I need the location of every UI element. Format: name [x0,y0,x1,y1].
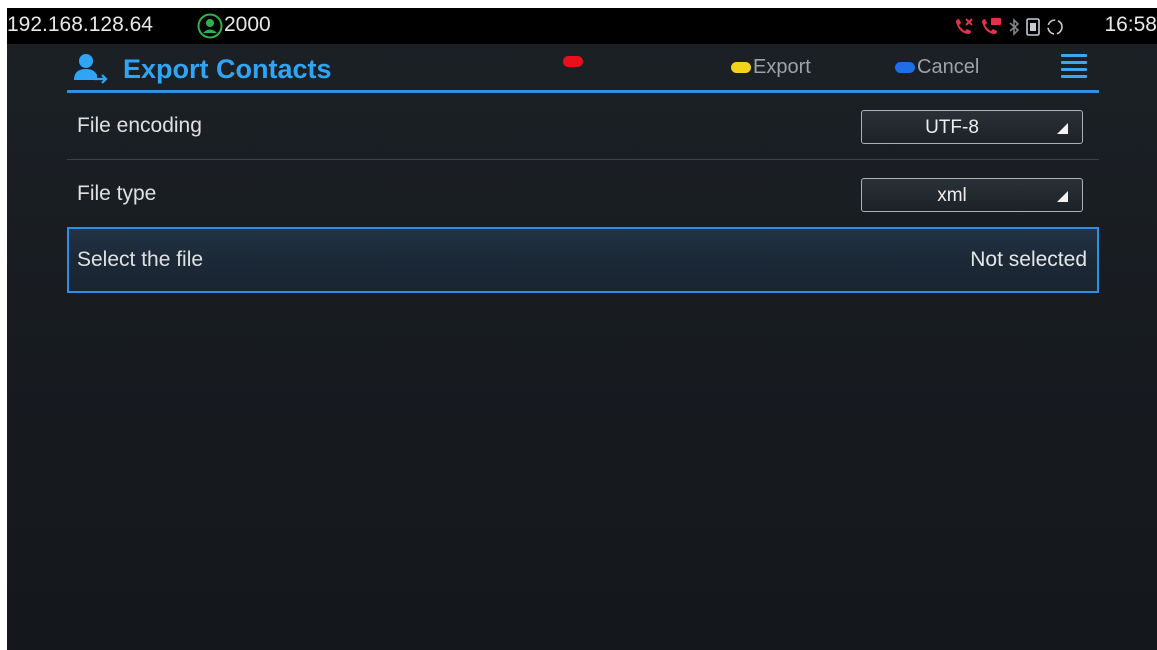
export-contact-icon [74,54,108,84]
softkey-red[interactable] [563,56,585,67]
file-encoding-label: File encoding [77,114,202,137]
export-button-label: Export [753,56,811,78]
cancel-button-label: Cancel [917,56,980,78]
file-encoding-row[interactable]: File encoding UTF-8 [67,95,1099,159]
status-icons [953,16,1065,38]
file-type-select[interactable]: xml [861,178,1083,212]
header-underline [67,90,1099,93]
file-encoding-select[interactable]: UTF-8 [861,110,1083,144]
screen: 192.168.128.64 2000 16:58 Export Contact… [7,8,1157,650]
dropdown-arrow-icon [1057,191,1068,202]
menu-icon[interactable] [1061,54,1087,78]
file-type-value: xml [937,185,967,206]
cancel-button[interactable]: Cancel [895,56,979,79]
clock: 16:58 [1104,13,1157,36]
export-button[interactable]: Export [731,56,811,79]
header-bar: Export Contacts Export Cancel [67,44,1099,92]
voicemail-call-icon [982,18,1001,34]
ip-address: 192.168.128.64 [7,13,153,36]
select-file-row[interactable]: Select the file Not selected [67,227,1099,293]
red-key-indicator [563,56,583,67]
select-file-value: Not selected [970,248,1087,271]
yellow-key-indicator [731,62,751,73]
account-status-icon [197,13,223,39]
dropdown-arrow-icon [1057,123,1068,134]
select-file-label: Select the file [77,248,204,271]
page-title: Export Contacts [123,54,332,84]
divider [67,159,1099,160]
file-type-label: File type [77,182,157,205]
status-bar: 192.168.128.64 2000 16:58 [7,8,1157,44]
file-type-row[interactable]: File type xml [67,163,1099,227]
extension-number: 2000 [224,13,271,36]
file-encoding-value: UTF-8 [925,117,979,138]
sync-icon [1047,19,1063,35]
missed-call-icon [956,18,973,34]
sim-icon [1026,18,1040,36]
bluetooth-icon [1009,18,1020,36]
blue-key-indicator [895,62,915,73]
